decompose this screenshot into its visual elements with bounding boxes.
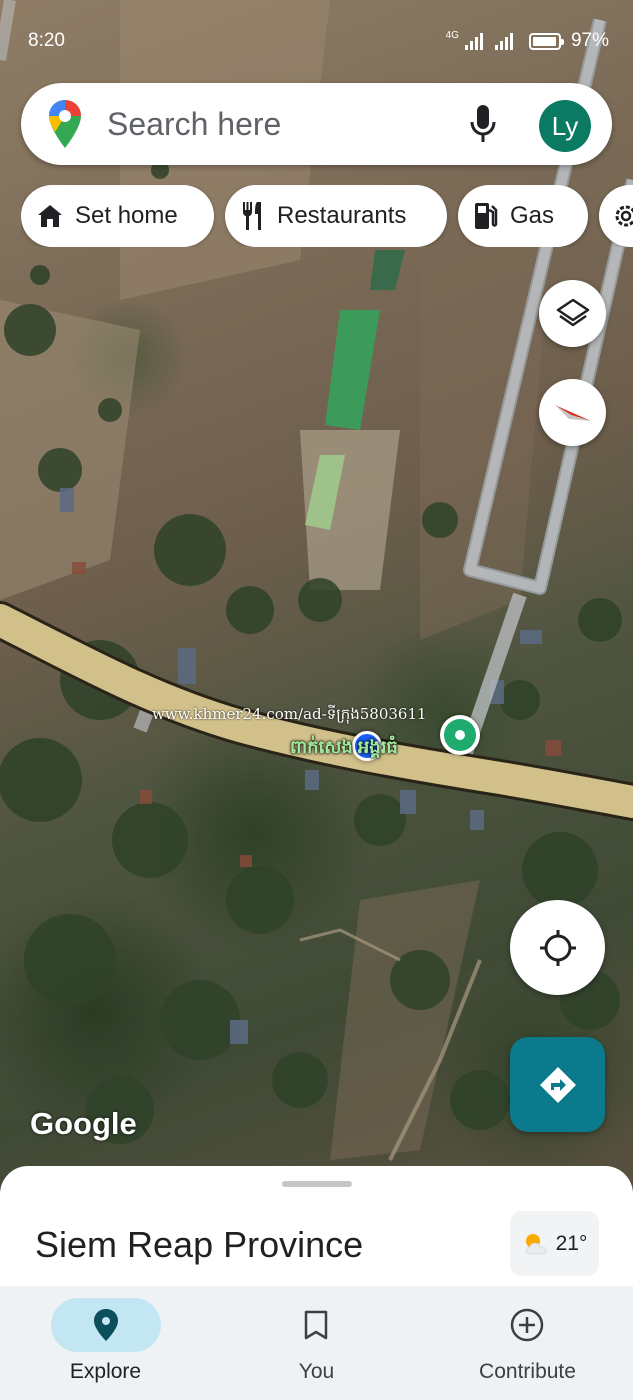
chip-gas[interactable]: Gas bbox=[458, 185, 588, 247]
nav-explore[interactable]: Explore bbox=[0, 1286, 211, 1400]
nav-label: Contribute bbox=[479, 1360, 576, 1383]
my-location-button[interactable] bbox=[510, 900, 605, 995]
status-time: 8:20 bbox=[28, 30, 65, 51]
status-bar: 8:20 4G 97% bbox=[0, 0, 633, 80]
google-attribution: Google bbox=[30, 1106, 137, 1141]
chip-label: Set home bbox=[75, 202, 178, 229]
signal-icon bbox=[464, 32, 483, 50]
chip-more[interactable] bbox=[599, 185, 633, 247]
sheet-title: Siem Reap Province bbox=[35, 1224, 364, 1265]
nav-active-indicator bbox=[51, 1298, 161, 1352]
avatar[interactable]: Ly bbox=[539, 100, 591, 152]
status-icons: 4G 97% bbox=[446, 30, 609, 52]
place-marker-icon[interactable] bbox=[440, 715, 480, 755]
bottom-nav: Explore You Contribute bbox=[0, 1286, 633, 1400]
chip-set-home[interactable]: Set home bbox=[21, 185, 214, 247]
bottom-sheet[interactable]: Siem Reap Province 21° bbox=[0, 1166, 633, 1286]
nav-label: Explore bbox=[69, 1360, 142, 1383]
partly-cloudy-icon bbox=[525, 1233, 547, 1254]
battery-icon bbox=[528, 32, 564, 50]
satellite-map[interactable]: www.khmer24.com/ad-ទីក្រុង5803611 ពាក់សេ… bbox=[0, 0, 633, 1190]
compass-icon bbox=[554, 404, 591, 421]
place-label[interactable]: ពាក់សេង អង្គរធំ bbox=[290, 735, 398, 762]
compass-button[interactable] bbox=[539, 379, 606, 446]
directions-icon bbox=[539, 1066, 576, 1103]
signal-icon-2 bbox=[494, 32, 517, 50]
sheet-drag-handle[interactable] bbox=[282, 1181, 352, 1187]
gear-icon bbox=[615, 205, 633, 227]
home-icon bbox=[38, 205, 62, 227]
nav-label: You bbox=[298, 1360, 335, 1383]
nav-icon-wrap bbox=[472, 1298, 582, 1352]
search-bar[interactable]: Search here Ly bbox=[21, 83, 612, 165]
layers-button[interactable] bbox=[539, 280, 606, 347]
nav-icon-wrap bbox=[261, 1298, 371, 1352]
directions-button[interactable] bbox=[510, 1037, 605, 1132]
layers-icon bbox=[556, 298, 589, 326]
restaurant-icon bbox=[243, 202, 261, 230]
chip-label: Gas bbox=[510, 202, 555, 229]
explore-pin-icon bbox=[94, 1309, 118, 1341]
weather-temp: 21° bbox=[555, 1231, 588, 1255]
add-circle-icon bbox=[510, 1308, 544, 1342]
weather-chip[interactable]: 21° bbox=[510, 1211, 599, 1276]
google-maps-logo-icon bbox=[49, 100, 81, 148]
mic-icon[interactable] bbox=[469, 105, 497, 143]
battery-percent: 97% bbox=[570, 30, 609, 51]
category-chips: Set home Restaurants Gas bbox=[21, 185, 633, 247]
map-watermark: www.khmer24.com/ad-ទីក្រុង5803611 bbox=[152, 705, 427, 723]
chip-label: Restaurants bbox=[277, 202, 407, 229]
chip-restaurants[interactable]: Restaurants bbox=[225, 185, 447, 247]
nav-you[interactable]: You bbox=[211, 1286, 422, 1400]
crosshair-icon bbox=[539, 929, 576, 966]
nav-contribute[interactable]: Contribute bbox=[422, 1286, 633, 1400]
gas-station-icon bbox=[475, 203, 498, 229]
network-type: 4G bbox=[445, 30, 459, 41]
search-input[interactable]: Search here bbox=[107, 106, 281, 143]
bookmark-icon bbox=[304, 1310, 328, 1340]
